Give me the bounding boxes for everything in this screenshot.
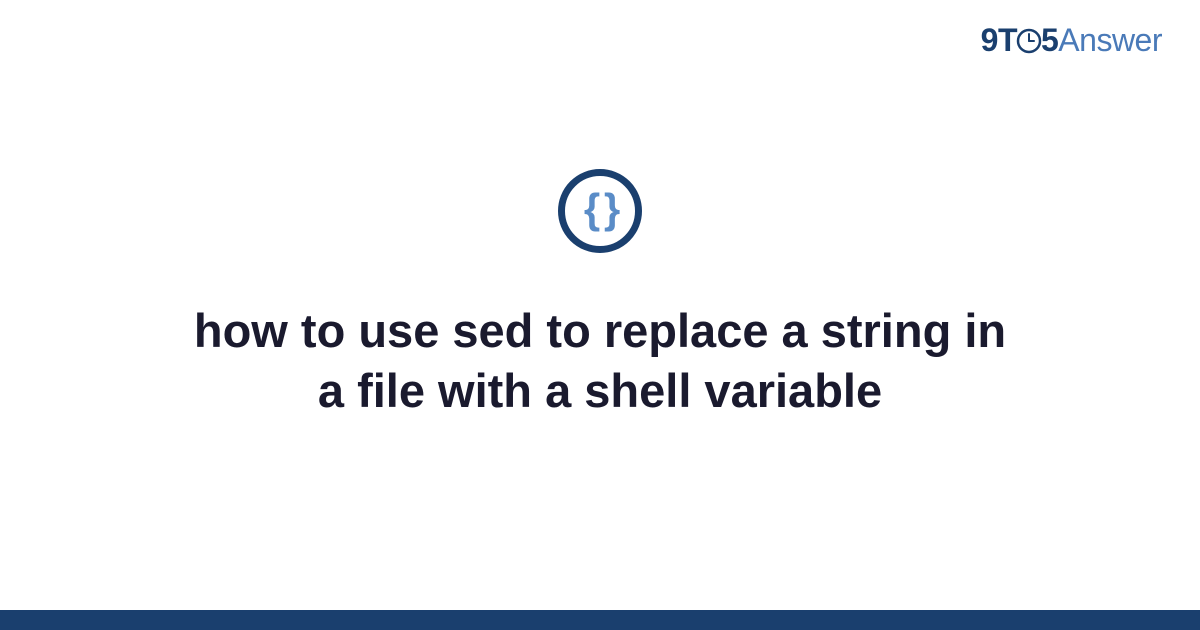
braces-glyph: { } [584, 185, 616, 233]
category-icon-container: { } [558, 169, 642, 253]
code-braces-icon: { } [558, 169, 642, 253]
main-content: { } how to use sed to replace a string i… [0, 0, 1200, 630]
question-title: how to use sed to replace a string in a … [140, 301, 1060, 421]
bottom-accent-bar [0, 610, 1200, 630]
